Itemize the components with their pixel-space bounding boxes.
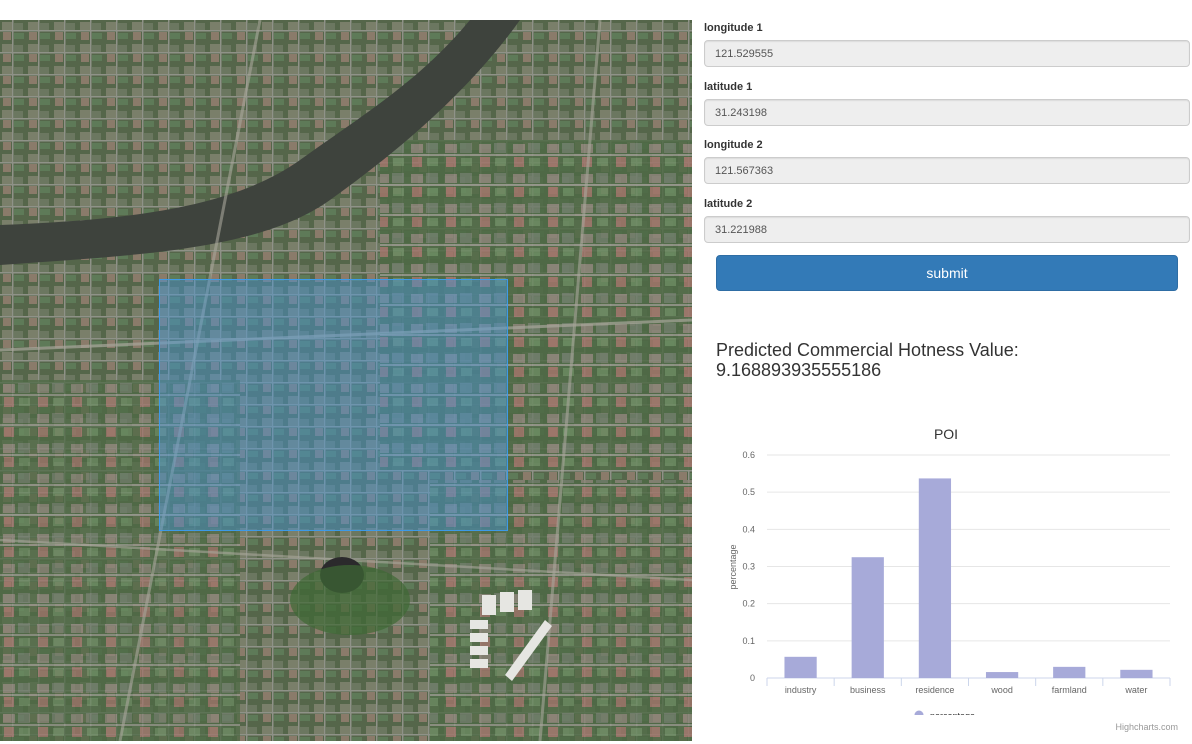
chart-bars xyxy=(784,478,1153,678)
chart-legend[interactable]: percentage xyxy=(914,710,976,716)
y-tick-label: 0.3 xyxy=(742,562,755,572)
x-axis-ticks: industry business residence wood farmland wat… xyxy=(766,678,1171,695)
bar-wood[interactable] xyxy=(985,672,1019,678)
x-tick-label: residence xyxy=(915,685,954,695)
submit-button[interactable]: submit xyxy=(716,255,1178,291)
satellite-map[interactable] xyxy=(0,20,692,741)
x-tick-label: farmland xyxy=(1052,685,1087,695)
longitude-2-input[interactable] xyxy=(704,157,1190,184)
chart-title: POI xyxy=(934,426,958,442)
bar-industry[interactable] xyxy=(784,656,817,678)
latitude-1-label: latitude 1 xyxy=(704,81,753,93)
latitude-1-input[interactable] xyxy=(704,99,1190,126)
chart-credits[interactable]: Highcharts.com xyxy=(1115,722,1178,732)
y-tick-label: 0 xyxy=(750,673,755,683)
longitude-2-label: longitude 2 xyxy=(704,139,763,151)
poi-bar-chart: POI 0 0.1 0.2 0.3 0.4 0.5 0.6 percentage indus… xyxy=(728,426,1171,716)
latitude-2-input[interactable] xyxy=(704,216,1190,243)
y-tick-label: 0.5 xyxy=(742,487,755,497)
y-tick-label: 0.2 xyxy=(742,599,755,609)
x-tick-label: water xyxy=(1124,685,1147,695)
x-tick-label: business xyxy=(850,685,886,695)
legend-label: percentage xyxy=(930,711,975,715)
longitude-1-input[interactable] xyxy=(704,40,1190,67)
bar-residence[interactable] xyxy=(918,478,952,678)
x-tick-label: wood xyxy=(990,685,1013,695)
bar-water[interactable] xyxy=(1120,669,1153,678)
bar-farmland[interactable] xyxy=(1053,666,1086,678)
y-tick-label: 0.1 xyxy=(742,636,755,646)
prediction-value: 9.168893935555186 xyxy=(716,360,882,380)
selection-rectangle[interactable] xyxy=(159,279,508,531)
form-panel: longitude 1 latitude 1 longitude 2 latit… xyxy=(692,0,1192,744)
latitude-2-label: latitude 2 xyxy=(704,198,753,210)
y-axis-label: percentage xyxy=(728,544,738,589)
legend-marker xyxy=(914,710,924,715)
chart-grid xyxy=(767,454,1170,679)
y-tick-label: 0.4 xyxy=(742,524,755,534)
prediction-result: Predicted Commercial Hotness Value: 9.16… xyxy=(716,340,1156,380)
prediction-label: Predicted Commercial Hotness Value: xyxy=(716,340,1019,360)
x-tick-label: industry xyxy=(785,685,817,695)
y-axis-ticks: 0 0.1 0.2 0.3 0.4 0.5 0.6 xyxy=(742,450,755,683)
bar-business[interactable] xyxy=(851,557,884,678)
longitude-1-label: longitude 1 xyxy=(704,22,763,34)
y-tick-label: 0.6 xyxy=(742,450,755,460)
